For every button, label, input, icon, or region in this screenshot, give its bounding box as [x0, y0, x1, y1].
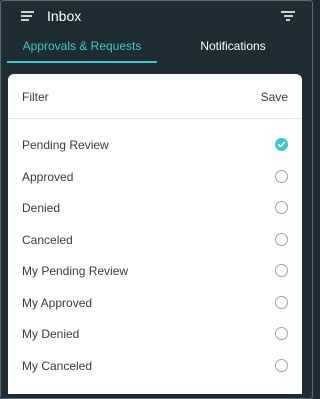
filter-option-approved[interactable]: Approved: [8, 161, 302, 193]
tab-label: Approvals & Requests: [22, 39, 142, 53]
radio-empty-icon[interactable]: [275, 169, 288, 183]
filter-options-list: Pending Review Approved Denied Canceled …: [8, 129, 302, 381]
app-window: Inbox Approvals & Requests Notifications…: [0, 0, 313, 399]
radio-empty-icon[interactable]: [275, 295, 288, 309]
option-label: My Denied: [22, 327, 80, 341]
tab-label: Notifications: [200, 39, 266, 53]
hamburger-menu-icon[interactable]: [21, 11, 34, 21]
divider: [8, 118, 302, 119]
option-label: Approved: [22, 169, 74, 184]
radio-empty-icon[interactable]: [275, 358, 288, 372]
page-title: Inbox: [47, 8, 82, 24]
radio-empty-icon[interactable]: [275, 232, 288, 246]
filter-sheet-header: Filter Save: [8, 74, 302, 118]
option-label: My Canceled: [22, 358, 93, 373]
filter-sheet: Filter Save Pending Review Approved Deni…: [8, 74, 302, 394]
option-label: My Approved: [22, 295, 93, 310]
tab-approvals-requests[interactable]: Approvals & Requests: [7, 31, 157, 64]
radio-empty-icon[interactable]: [275, 201, 288, 214]
filter-title: Filter: [22, 90, 49, 104]
tab-bar: Approvals & Requests Notifications: [1, 31, 312, 64]
filter-option-my-pending-review[interactable]: My Pending Review: [8, 255, 302, 287]
filter-option-pending-review[interactable]: Pending Review: [8, 129, 302, 161]
filter-option-denied[interactable]: Denied: [8, 192, 302, 224]
option-label: My Pending Review: [22, 264, 129, 278]
radio-empty-icon[interactable]: [275, 327, 288, 340]
option-label: Pending Review: [22, 138, 109, 152]
check-circle-icon[interactable]: [275, 138, 288, 151]
filter-option-my-approved[interactable]: My Approved: [8, 287, 302, 319]
filter-option-my-canceled[interactable]: My Canceled: [8, 350, 302, 382]
filter-option-my-denied[interactable]: My Denied: [8, 318, 302, 350]
save-button[interactable]: Save: [261, 90, 288, 104]
option-label: Canceled: [22, 232, 73, 247]
top-bar: Inbox: [1, 1, 312, 31]
option-label: Denied: [22, 201, 61, 215]
filter-option-canceled[interactable]: Canceled: [8, 224, 302, 256]
radio-empty-icon[interactable]: [275, 264, 288, 277]
tab-notifications[interactable]: Notifications: [157, 31, 309, 64]
active-tab-indicator: [7, 61, 157, 63]
filter-icon[interactable]: [281, 11, 295, 22]
